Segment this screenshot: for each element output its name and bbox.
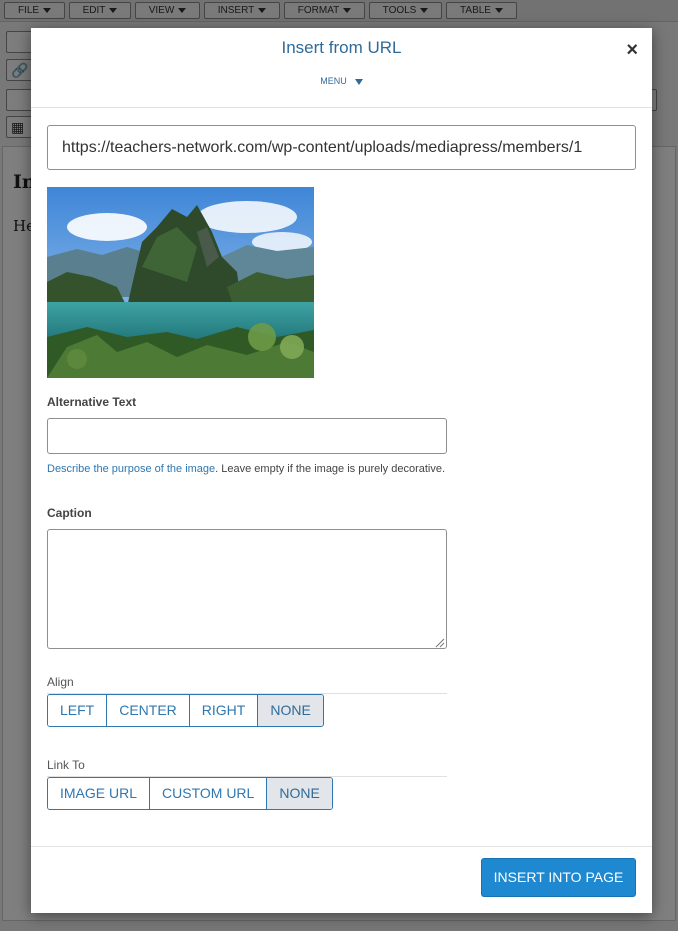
- close-icon[interactable]: ×: [626, 39, 638, 61]
- image-preview: [47, 187, 314, 378]
- alt-text-help-rest: . Leave empty if the image is purely dec…: [215, 463, 446, 475]
- alt-text-help-link[interactable]: Describe the purpose of the image: [47, 463, 215, 475]
- chevron-down-icon: [354, 78, 363, 85]
- alt-text-help: Describe the purpose of the image. Leave…: [47, 463, 445, 475]
- url-input[interactable]: [47, 125, 636, 170]
- dialog-footer-divider: [31, 846, 652, 847]
- align-left-button[interactable]: Left: [48, 695, 108, 726]
- link-to-label: Link To: [47, 758, 85, 772]
- dialog-menu-label: MENU: [320, 76, 347, 86]
- resize-grip-icon[interactable]: [433, 636, 445, 648]
- dialog-title: Insert from URL: [281, 38, 402, 57]
- link-custom-url-button[interactable]: Custom URL: [150, 778, 268, 809]
- insert-from-url-dialog: Insert from URL × MENU https://teachers-…: [31, 28, 652, 913]
- align-none-button[interactable]: None: [258, 695, 323, 726]
- caption-label: Caption: [47, 506, 92, 520]
- link-to-button-group: Image URL Custom URL None: [47, 777, 333, 810]
- align-center-button[interactable]: Center: [107, 695, 190, 726]
- dialog-menu-toggle[interactable]: MENU: [31, 76, 652, 86]
- dialog-header: Insert from URL × MENU: [31, 28, 652, 108]
- alt-text-input[interactable]: [47, 418, 447, 454]
- align-right-button[interactable]: Right: [189, 695, 259, 726]
- align-button-group: Left Center Right None: [47, 694, 324, 727]
- align-label: Align: [47, 675, 74, 689]
- insert-into-page-button[interactable]: Insert into page: [481, 858, 636, 897]
- caption-textarea[interactable]: [47, 529, 447, 649]
- alt-text-label: Alternative Text: [47, 395, 137, 409]
- link-image-url-button[interactable]: Image URL: [48, 778, 151, 809]
- image-preview-graphic: [47, 187, 314, 378]
- link-none-button[interactable]: None: [267, 778, 332, 809]
